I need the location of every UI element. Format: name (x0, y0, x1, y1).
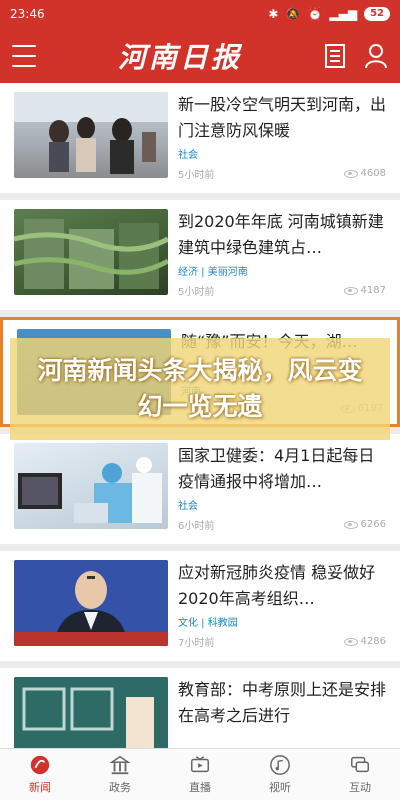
news-time: 6小时前 (178, 521, 215, 532)
tab-label: 视听 (269, 781, 291, 794)
news-title: 教育部：中考原则上还是安排在高考之后进行 (178, 680, 386, 725)
news-time: 5小时前 (178, 170, 215, 181)
view-count: 4187 (360, 285, 386, 296)
news-item[interactable]: 新一股冷空气明天到河南，出门注意防风保暖 社会 5小时前 4608 (0, 83, 400, 193)
news-time: 5小时前 (178, 287, 215, 298)
battery-icon: 52 (364, 7, 390, 21)
bottom-tab-bar: 新闻 政务 直播 视听 互动 (0, 748, 400, 800)
news-tag[interactable]: 文化 | 科教园 (178, 614, 386, 629)
tab-audiovisual[interactable]: 视听 (240, 749, 320, 800)
view-count: 6266 (360, 519, 386, 530)
newspaper-icon[interactable] (324, 43, 346, 69)
mute-icon: 🔕 (285, 7, 301, 21)
news-title: 新一股冷空气明天到河南，出门注意防风保暖 (178, 95, 386, 140)
eye-icon (343, 637, 358, 646)
status-bar: 23:46 ✱ 🔕 ⏰ ▂▄▆ 52 (0, 0, 400, 28)
news-tag[interactable]: 社会 (178, 146, 386, 161)
news-thumbnail (14, 677, 168, 748)
music-icon (270, 755, 290, 775)
news-thumbnail (14, 560, 168, 646)
tab-live[interactable]: 直播 (160, 749, 240, 800)
news-time: 7小时前 (178, 638, 215, 649)
tab-label: 新闻 (29, 781, 51, 794)
news-item[interactable]: 到2020年年底 河南城镇新建建筑中绿色建筑占… 经济 | 美丽河南 5小时前 4… (0, 200, 400, 310)
status-time: 23:46 (10, 7, 45, 21)
tab-label: 互动 (349, 781, 371, 794)
government-icon (109, 755, 131, 775)
tab-news[interactable]: 新闻 (0, 749, 80, 800)
live-icon (191, 756, 209, 773)
tab-label: 直播 (189, 781, 211, 794)
eye-icon (343, 286, 358, 295)
news-thumbnail (14, 443, 168, 529)
eye-icon (343, 169, 358, 178)
chat-icon (351, 756, 369, 773)
view-count: 4608 (360, 168, 386, 179)
bluetooth-icon: ✱ (268, 7, 279, 21)
user-icon[interactable] (364, 43, 388, 69)
news-item[interactable]: 国家卫健委：4月1日起每日疫情通报中将增加… 社会 6小时前 6266 (0, 434, 400, 544)
menu-icon[interactable] (12, 44, 36, 67)
news-thumbnail (14, 92, 168, 178)
app-header: 河南日报 (0, 28, 400, 83)
news-title: 国家卫健委：4月1日起每日疫情通报中将增加… (178, 446, 375, 491)
news-tag[interactable]: 经济 | 美丽河南 (178, 263, 386, 278)
news-item[interactable]: 教育部：中考原则上还是安排在高考之后进行 (0, 668, 400, 748)
news-thumbnail (14, 209, 168, 295)
tab-label: 政务 (109, 781, 131, 794)
news-title: 应对新冠肺炎疫情 稳妥做好2020年高考组织… (178, 563, 376, 608)
alarm-icon: ⏰ (307, 7, 323, 21)
news-tag[interactable]: 社会 (178, 497, 386, 512)
eye-icon (343, 520, 358, 529)
tab-government[interactable]: 政务 (80, 749, 160, 800)
news-item[interactable]: 应对新冠肺炎疫情 稳妥做好2020年高考组织… 文化 | 科教园 7小时前 428… (0, 551, 400, 661)
tab-interaction[interactable]: 互动 (320, 749, 400, 800)
signal-icon: ▂▄▆ (329, 7, 358, 21)
headline-banner: 河南新闻头条大揭秘，风云变幻一览无遗 (10, 338, 390, 440)
news-icon (30, 755, 50, 775)
banner-text: 河南新闻头条大揭秘，风云变幻一览无遗 (37, 356, 363, 421)
app-logo: 河南日报 (117, 40, 242, 74)
news-title: 到2020年年底 河南城镇新建建筑中绿色建筑占… (178, 212, 384, 257)
view-count: 4286 (360, 636, 386, 647)
